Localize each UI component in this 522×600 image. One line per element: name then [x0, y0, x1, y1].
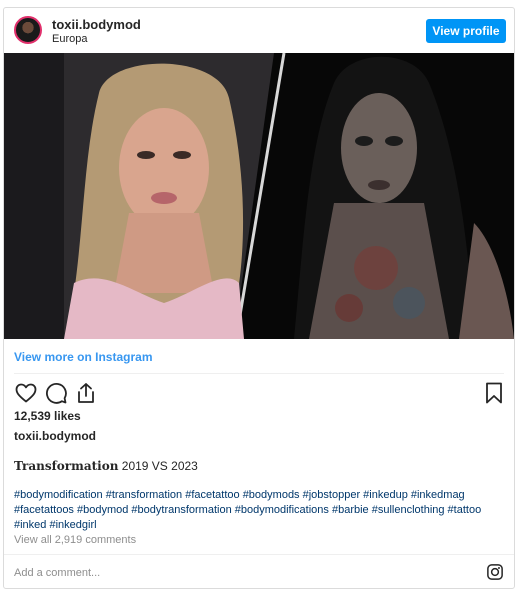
caption-username[interactable]: toxii.bodymod — [14, 429, 96, 443]
heart-icon[interactable] — [14, 381, 38, 405]
post-username[interactable]: toxii.bodymod — [52, 17, 141, 32]
before-after-photo — [4, 53, 514, 339]
instagram-embed-card: toxii.bodymod Europa View profile View m… — [3, 7, 515, 589]
avatar[interactable] — [14, 16, 42, 44]
view-profile-button[interactable]: View profile — [426, 19, 506, 43]
likes-count[interactable]: 12,539 likes — [14, 409, 81, 423]
hashtags[interactable]: #bodymodification #transformation #facet… — [14, 488, 506, 533]
comment-icon[interactable] — [44, 381, 68, 405]
instagram-icon[interactable] — [486, 563, 504, 581]
caption-title: Transformation — [14, 459, 119, 473]
share-icon[interactable] — [74, 381, 98, 405]
post-header: toxii.bodymod Europa View profile — [4, 8, 514, 52]
comment-bar: Add a comment... — [4, 554, 514, 589]
caption-text: Transformation 2019 VS 2023 — [14, 459, 198, 473]
add-comment-input[interactable]: Add a comment... — [14, 567, 100, 579]
bookmark-icon[interactable] — [482, 381, 506, 405]
post-location[interactable]: Europa — [52, 33, 87, 45]
view-all-comments-link[interactable]: View all 2,919 comments — [14, 534, 136, 546]
action-bar — [12, 381, 506, 405]
caption-rest: 2019 VS 2023 — [118, 459, 198, 473]
post-image[interactable] — [4, 53, 514, 339]
divider — [14, 373, 504, 374]
view-more-link[interactable]: View more on Instagram — [14, 350, 153, 364]
